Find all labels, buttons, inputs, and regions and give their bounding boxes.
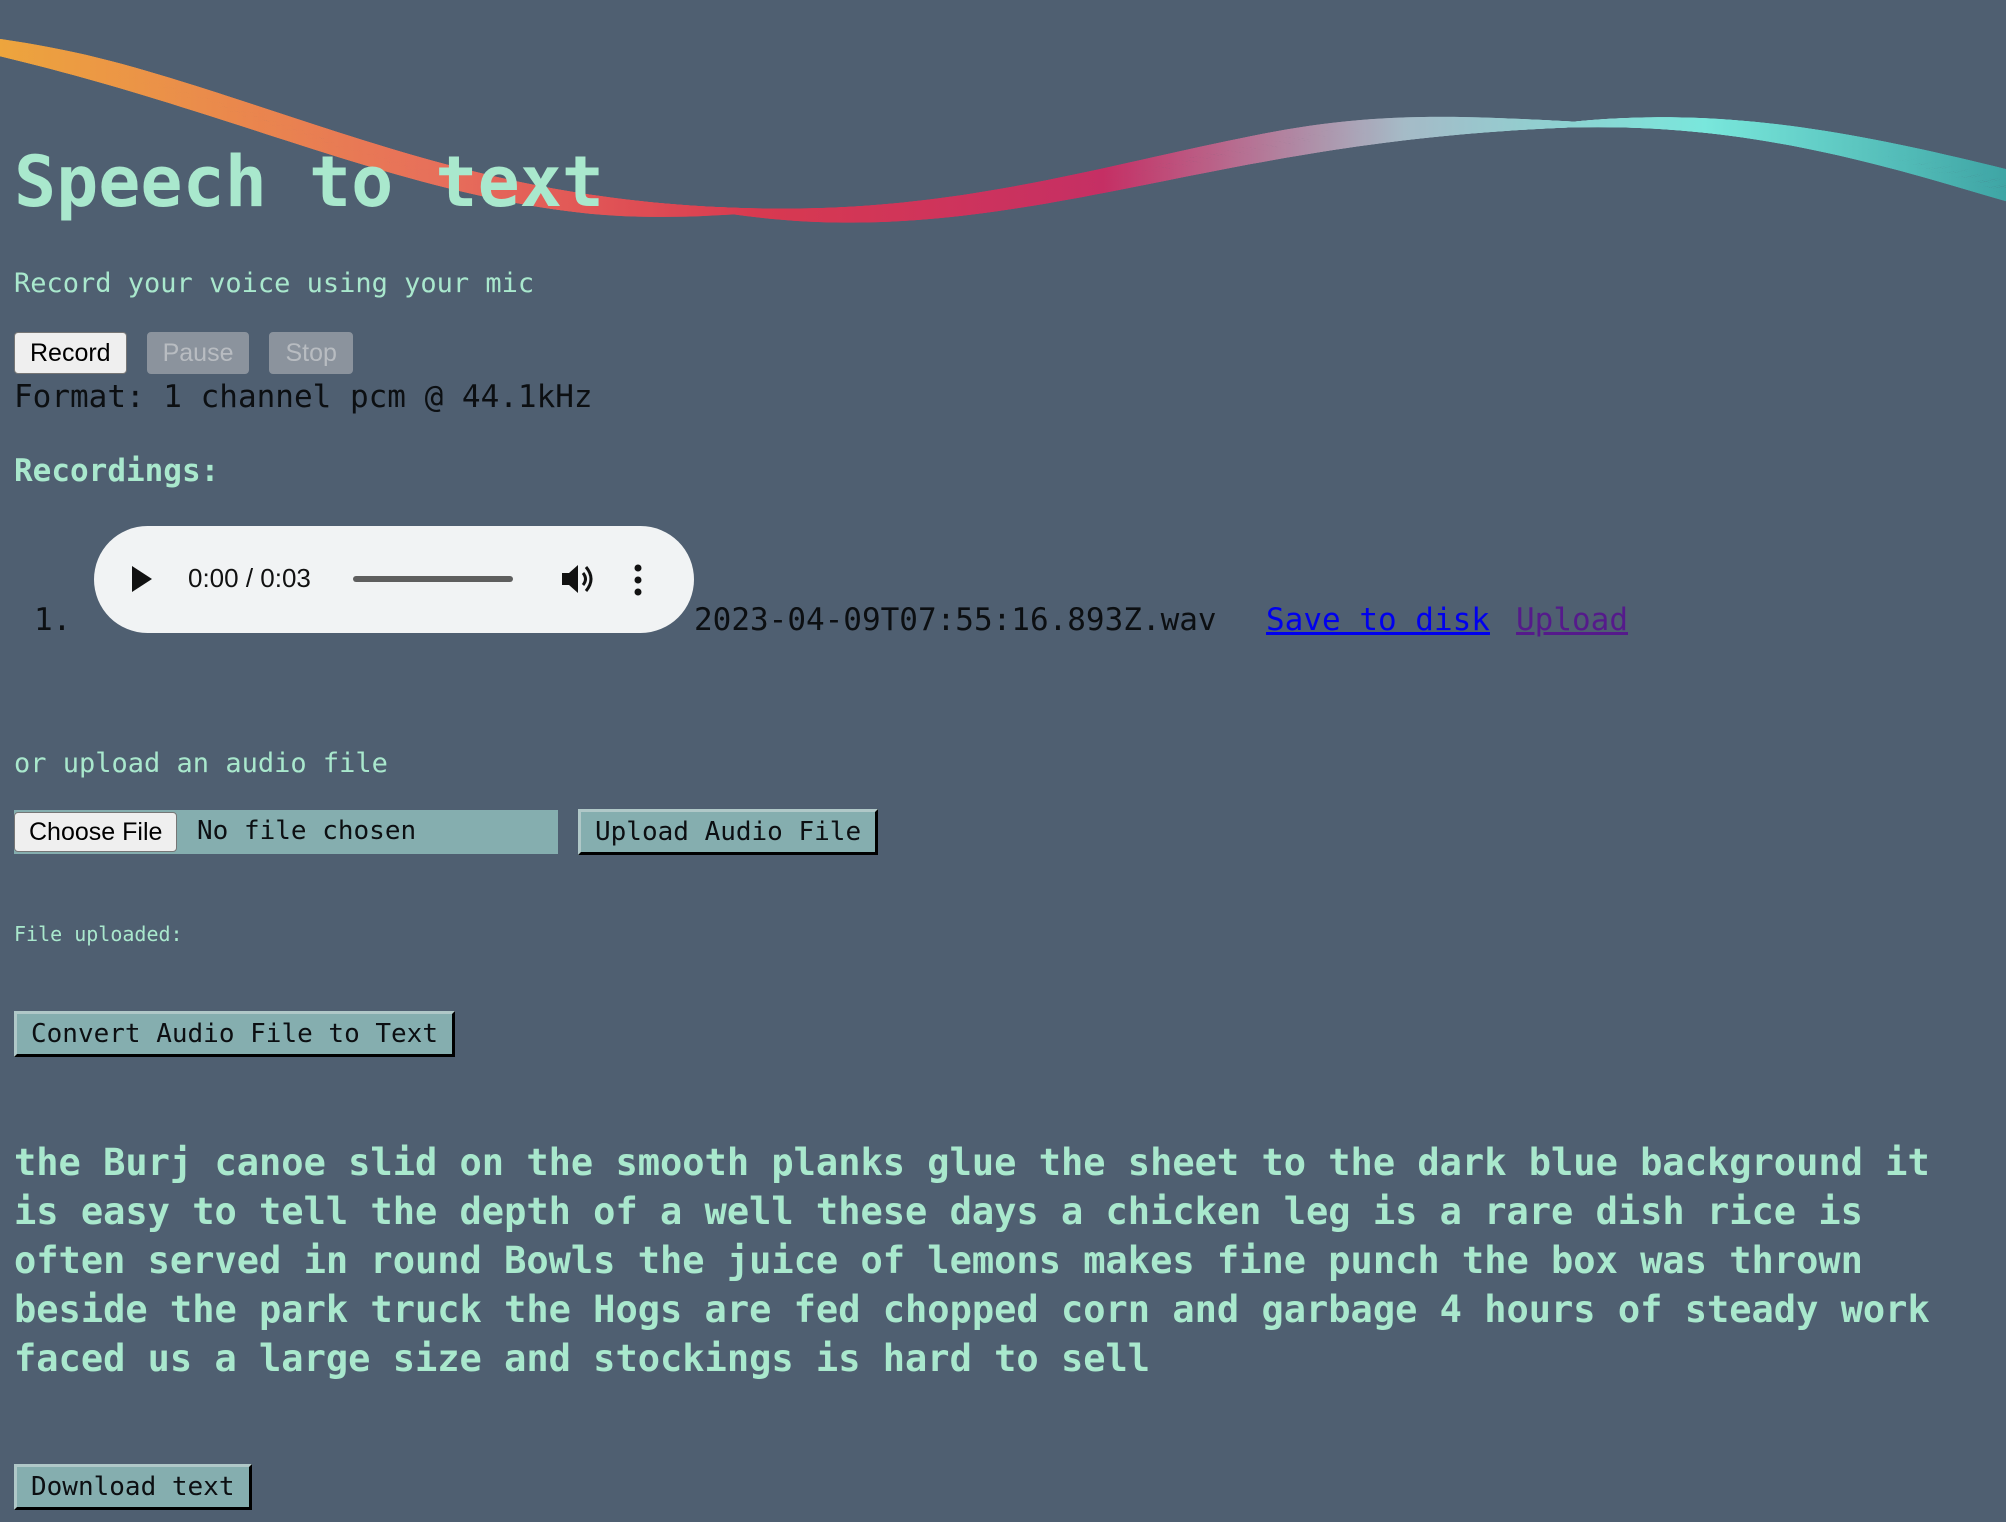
pause-button[interactable]: Pause (146, 332, 250, 374)
recordings-heading: Recordings: (14, 453, 220, 489)
seek-bar[interactable] (353, 576, 513, 582)
file-uploaded-label: File uploaded: (14, 922, 183, 946)
player-time: 0:00 / 0:03 (188, 563, 311, 593)
page-title: Speech to text (14, 141, 605, 223)
more-options-icon[interactable] (634, 564, 642, 596)
stop-button[interactable]: Stop (269, 332, 353, 374)
upload-audio-file-button[interactable]: Upload Audio File (578, 809, 879, 855)
volume-icon[interactable] (560, 562, 596, 596)
format-info: Format: 1 channel pcm @ 44.1kHz (14, 379, 593, 415)
recorder-controls: Record Pause Stop (14, 332, 353, 374)
recording-list-item: 1. 0:00 / 0:03 2023-04-09T07:55:16.893Z.… (34, 526, 1734, 638)
convert-to-text-button[interactable]: Convert Audio File to Text (14, 1011, 455, 1057)
file-status-text: No file chosen (197, 816, 417, 846)
upload-recording-link[interactable]: Upload (1516, 602, 1628, 638)
recording-number: 1. (34, 602, 72, 638)
transcript-text: the Burj canoe slid on the smooth planks… (14, 1141, 1930, 1380)
record-button[interactable]: Record (14, 332, 127, 374)
download-text-button[interactable]: Download text (14, 1464, 252, 1510)
recording-filename: 2023-04-09T07:55:16.893Z.wav (694, 602, 1217, 638)
upload-section-label: or upload an audio file (14, 748, 388, 779)
play-icon[interactable] (132, 566, 152, 592)
audio-player[interactable]: 0:00 / 0:03 (94, 526, 694, 633)
choose-file-button[interactable]: Choose File (14, 812, 178, 852)
save-to-disk-link[interactable]: Save to disk (1266, 602, 1490, 638)
page-subtitle: Record your voice using your mic (14, 268, 535, 299)
file-input[interactable]: Choose File No file chosen (14, 810, 558, 854)
